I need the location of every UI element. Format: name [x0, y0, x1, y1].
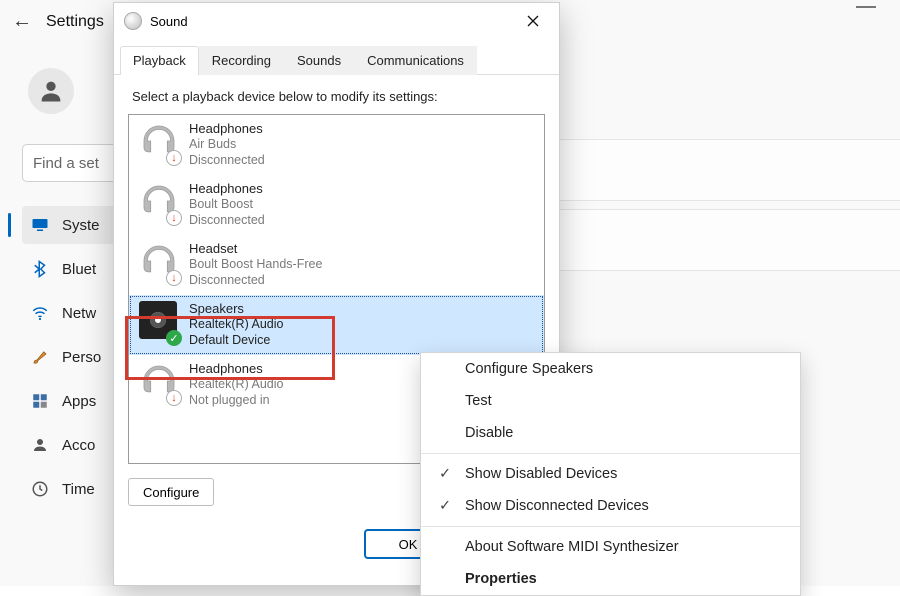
device-sub: Realtek(R) Audio [189, 317, 284, 333]
context-menu: Configure SpeakersTestDisable Show Disabl… [420, 352, 801, 596]
context-item[interactable]: Configure Speakers [421, 353, 800, 385]
headphones-icon: ↓ [139, 361, 179, 405]
device-item[interactable]: ↓ HeadphonesBoult BoostDisconnected [129, 175, 544, 235]
apps-icon [30, 391, 50, 411]
sound-dialog-icon [124, 12, 142, 30]
dialog-tabs: Playback Recording Sounds Communications [114, 39, 559, 75]
close-button[interactable] [511, 6, 555, 36]
tab-communications[interactable]: Communications [354, 46, 477, 75]
headphones-icon: ↓ [139, 181, 179, 225]
device-name: Headset [189, 241, 322, 257]
accounts-icon [30, 435, 50, 455]
down-badge-icon: ↓ [166, 270, 182, 286]
device-item[interactable]: ✓ SpeakersRealtek(R) AudioDefault Device [129, 295, 544, 355]
dialog-title: Sound [150, 14, 511, 29]
nav-label: Perso [62, 349, 101, 366]
context-item[interactable]: Show Disabled Devices [421, 458, 800, 490]
device-status: Disconnected [189, 273, 322, 289]
bluetooth-icon [30, 259, 50, 279]
device-status: Disconnected [189, 213, 265, 229]
context-separator [421, 453, 800, 454]
nav-label: Acco [62, 437, 95, 454]
window-minimize-icon[interactable] [856, 6, 876, 8]
dialog-titlebar[interactable]: Sound [114, 3, 559, 39]
device-status: Default Device [189, 333, 284, 349]
wifi-icon [30, 303, 50, 323]
device-item[interactable]: ↓ HeadphonesAir BudsDisconnected [129, 115, 544, 175]
clock-icon [30, 479, 50, 499]
device-sub: Air Buds [189, 137, 265, 153]
device-sub: Boult Boost [189, 197, 265, 213]
device-name: Headphones [189, 181, 265, 197]
check-badge-icon: ✓ [166, 330, 182, 346]
nav-label: Netw [62, 305, 96, 322]
context-item[interactable]: Disable [421, 417, 800, 449]
context-item[interactable]: About Software MIDI Synthesizer [421, 531, 800, 563]
nav-label: Bluet [62, 261, 96, 278]
headphones-icon: ↓ [139, 121, 179, 165]
device-item[interactable]: ↓ HeadsetBoult Boost Hands-FreeDisconnect… [129, 235, 544, 295]
context-item[interactable]: Show Disconnected Devices [421, 490, 800, 522]
device-name: Headphones [189, 361, 284, 377]
nav-label: Apps [62, 393, 96, 410]
nav-label: Syste [62, 217, 100, 234]
device-sub: Boult Boost Hands-Free [189, 257, 322, 273]
context-item[interactable]: Test [421, 385, 800, 417]
down-badge-icon: ↓ [166, 390, 182, 406]
dialog-instruction: Select a playback device below to modify… [132, 89, 541, 104]
down-badge-icon: ↓ [166, 150, 182, 166]
speaker-icon: ✓ [139, 301, 179, 345]
device-name: Headphones [189, 121, 265, 137]
device-name: Speakers [189, 301, 284, 317]
monitor-icon [30, 215, 50, 235]
device-status: Disconnected [189, 153, 265, 169]
tab-recording[interactable]: Recording [199, 46, 284, 75]
tab-playback[interactable]: Playback [120, 46, 199, 75]
back-button[interactable]: ← [12, 10, 32, 33]
configure-button[interactable]: Configure [128, 478, 214, 506]
user-avatar[interactable] [28, 68, 74, 114]
down-badge-icon: ↓ [166, 210, 182, 226]
context-separator [421, 526, 800, 527]
brush-icon [30, 347, 50, 367]
device-status: Not plugged in [189, 393, 284, 409]
nav-label: Time [62, 481, 95, 498]
headset-icon: ↓ [139, 241, 179, 285]
device-sub: Realtek(R) Audio [189, 377, 284, 393]
context-item[interactable]: Properties [421, 563, 800, 595]
settings-title: Settings [46, 13, 104, 31]
tab-sounds[interactable]: Sounds [284, 46, 354, 75]
